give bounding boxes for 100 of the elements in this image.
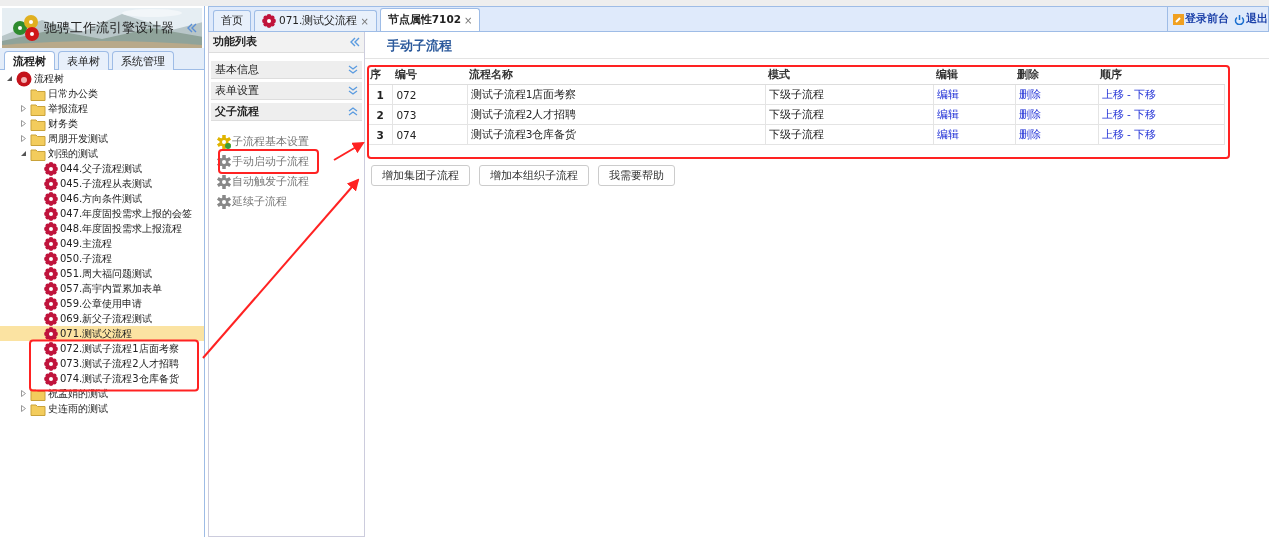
tree-item[interactable]: 财务类 <box>0 116 204 131</box>
move-up-link[interactable]: 上移 <box>1101 107 1124 120</box>
tree-item[interactable]: 050.子流程 <box>0 251 204 266</box>
page-tab[interactable]: 首页 <box>213 10 251 31</box>
close-icon[interactable]: × <box>360 15 369 27</box>
column-header: 流程名称 <box>467 65 766 85</box>
tree-label: 044.父子流程测试 <box>60 161 143 176</box>
close-icon[interactable]: × <box>464 14 473 26</box>
separator: - <box>1126 127 1131 140</box>
section-label: 表单设置 <box>215 83 259 98</box>
sidebar-tab[interactable]: 流程树 <box>4 51 55 70</box>
gear-icon <box>217 175 231 189</box>
tree-item[interactable]: 069.新父子流程测试 <box>0 311 204 326</box>
tab-label: 首页 <box>221 14 243 28</box>
move-down-link[interactable]: 下移 <box>1134 127 1157 140</box>
delete-link[interactable]: 删除 <box>1018 87 1041 100</box>
page-tab[interactable]: 071.测试父流程 × <box>254 10 377 31</box>
flower-icon <box>44 191 58 206</box>
tree-item[interactable]: 073.测试子流程2人才招聘 <box>0 356 204 371</box>
page-tab[interactable]: 节点属性7102 × <box>379 8 481 31</box>
collapsed-icon[interactable] <box>19 105 27 112</box>
tree-item[interactable]: 048.年度固投需求上报流程 <box>0 221 204 236</box>
sidebar-tab[interactable]: 表单树 <box>58 51 109 70</box>
tree-item[interactable]: 046.方向条件测试 <box>0 191 204 206</box>
move-up-link[interactable]: 上移 <box>1101 87 1124 100</box>
flower-icon <box>262 14 276 28</box>
tree-label: 071.测试父流程 <box>60 326 133 341</box>
menu-item[interactable]: 延续子流程 <box>217 192 356 212</box>
collapsed-icon[interactable] <box>19 120 27 127</box>
move-down-link[interactable]: 下移 <box>1134 87 1157 100</box>
flower-icon <box>44 236 58 251</box>
edit-link[interactable]: 编辑 <box>937 127 960 140</box>
tree-label: 073.测试子流程2人才招聘 <box>60 356 179 371</box>
tree-item[interactable]: 059.公章使用申请 <box>0 296 204 311</box>
tree-item[interactable]: 周朋开发测试 <box>0 131 204 146</box>
menu-item[interactable]: 手动启动子流程 <box>217 152 356 172</box>
menu-item[interactable]: 自动触发子流程 <box>217 172 356 192</box>
app-title: 驰骋工作流引擎设计器 <box>44 19 175 37</box>
table-cell: 测试子流程2人才招聘 <box>467 104 766 125</box>
tree-item[interactable]: 049.主流程 <box>0 236 204 251</box>
tree-label: 059.公章使用申请 <box>60 296 143 311</box>
move-down-link[interactable]: 下移 <box>1134 107 1157 120</box>
tree-item[interactable]: 刘强的测试 <box>0 146 204 161</box>
tree-label: 日常办公类 <box>48 86 98 101</box>
folder-icon <box>30 401 46 416</box>
action-button[interactable]: 我需要帮助 <box>598 165 675 186</box>
collapsed-icon[interactable] <box>19 390 27 397</box>
tree-item[interactable]: 072.测试子流程1店面考察 <box>0 341 204 356</box>
folder-icon <box>30 131 46 146</box>
table-cell: 073 <box>392 104 468 125</box>
edit-link[interactable]: 编辑 <box>937 107 960 120</box>
accordion-header[interactable]: 父子流程 <box>211 103 362 121</box>
tree-item[interactable]: 045.子流程从表测试 <box>0 176 204 191</box>
root-icon <box>16 70 32 87</box>
tree-item[interactable]: 044.父子流程测试 <box>0 161 204 176</box>
collapse-icon[interactable] <box>349 37 360 47</box>
menu-item[interactable]: 子流程基本设置 <box>217 132 356 152</box>
tree-label: 刘强的测试 <box>48 146 98 161</box>
collapsed-icon[interactable] <box>19 135 27 142</box>
folder-icon <box>30 146 46 161</box>
table-cell: 下级子流程 <box>765 124 934 145</box>
flower-icon <box>44 356 58 371</box>
table-cell: 072 <box>392 84 468 105</box>
accordion-header[interactable]: 基本信息 <box>211 61 362 79</box>
flower-icon <box>44 161 58 176</box>
tree-item[interactable]: 日常办公类 <box>0 86 204 101</box>
action-button[interactable]: 增加集团子流程 <box>371 165 470 186</box>
tree-item[interactable]: 057.高宇内置累加表单 <box>0 281 204 296</box>
tree-item[interactable]: 史连雨的测试 <box>0 401 204 416</box>
delete-link[interactable]: 删除 <box>1018 107 1041 120</box>
logo-icon <box>12 14 40 42</box>
expanded-icon[interactable] <box>19 150 27 157</box>
collapsed-icon[interactable] <box>19 405 27 412</box>
edit-link[interactable]: 编辑 <box>937 87 960 100</box>
tree-item[interactable]: 074.测试子流程3仓库备货 <box>0 371 204 386</box>
tree-item[interactable]: 举报流程 <box>0 101 204 116</box>
flower-icon <box>44 341 58 356</box>
tab-label: 071.测试父流程 <box>279 14 358 28</box>
header-link[interactable]: 登录前台 <box>1173 12 1229 26</box>
section-label: 父子流程 <box>215 104 259 119</box>
page-title: 手动子流程 <box>365 32 1269 59</box>
delete-link[interactable]: 删除 <box>1018 127 1041 140</box>
table-cell: 074 <box>392 124 468 145</box>
flower-icon <box>44 266 58 281</box>
sidebar-tab[interactable]: 系统管理 <box>112 51 174 70</box>
column-header: 编辑 <box>934 65 1016 85</box>
tree-item[interactable]: 流程树 <box>0 71 204 86</box>
flower-icon <box>44 176 58 191</box>
expanded-icon[interactable] <box>5 75 13 82</box>
action-button[interactable]: 增加本组织子流程 <box>479 165 589 186</box>
tree-label: 045.子流程从表测试 <box>60 176 153 191</box>
tree-item[interactable]: 051.周大福问题测试 <box>0 266 204 281</box>
flower-icon <box>44 251 58 266</box>
move-up-link[interactable]: 上移 <box>1101 127 1124 140</box>
tree-label: 057.高宇内置累加表单 <box>60 281 163 296</box>
tree-item[interactable]: 047.年度固投需求上报的会签 <box>0 206 204 221</box>
header-link[interactable]: 退出 <box>1234 12 1268 26</box>
accordion-header[interactable]: 表单设置 <box>211 82 362 100</box>
tree-label: 074.测试子流程3仓库备货 <box>60 371 179 386</box>
collapse-icon[interactable] <box>186 23 197 33</box>
